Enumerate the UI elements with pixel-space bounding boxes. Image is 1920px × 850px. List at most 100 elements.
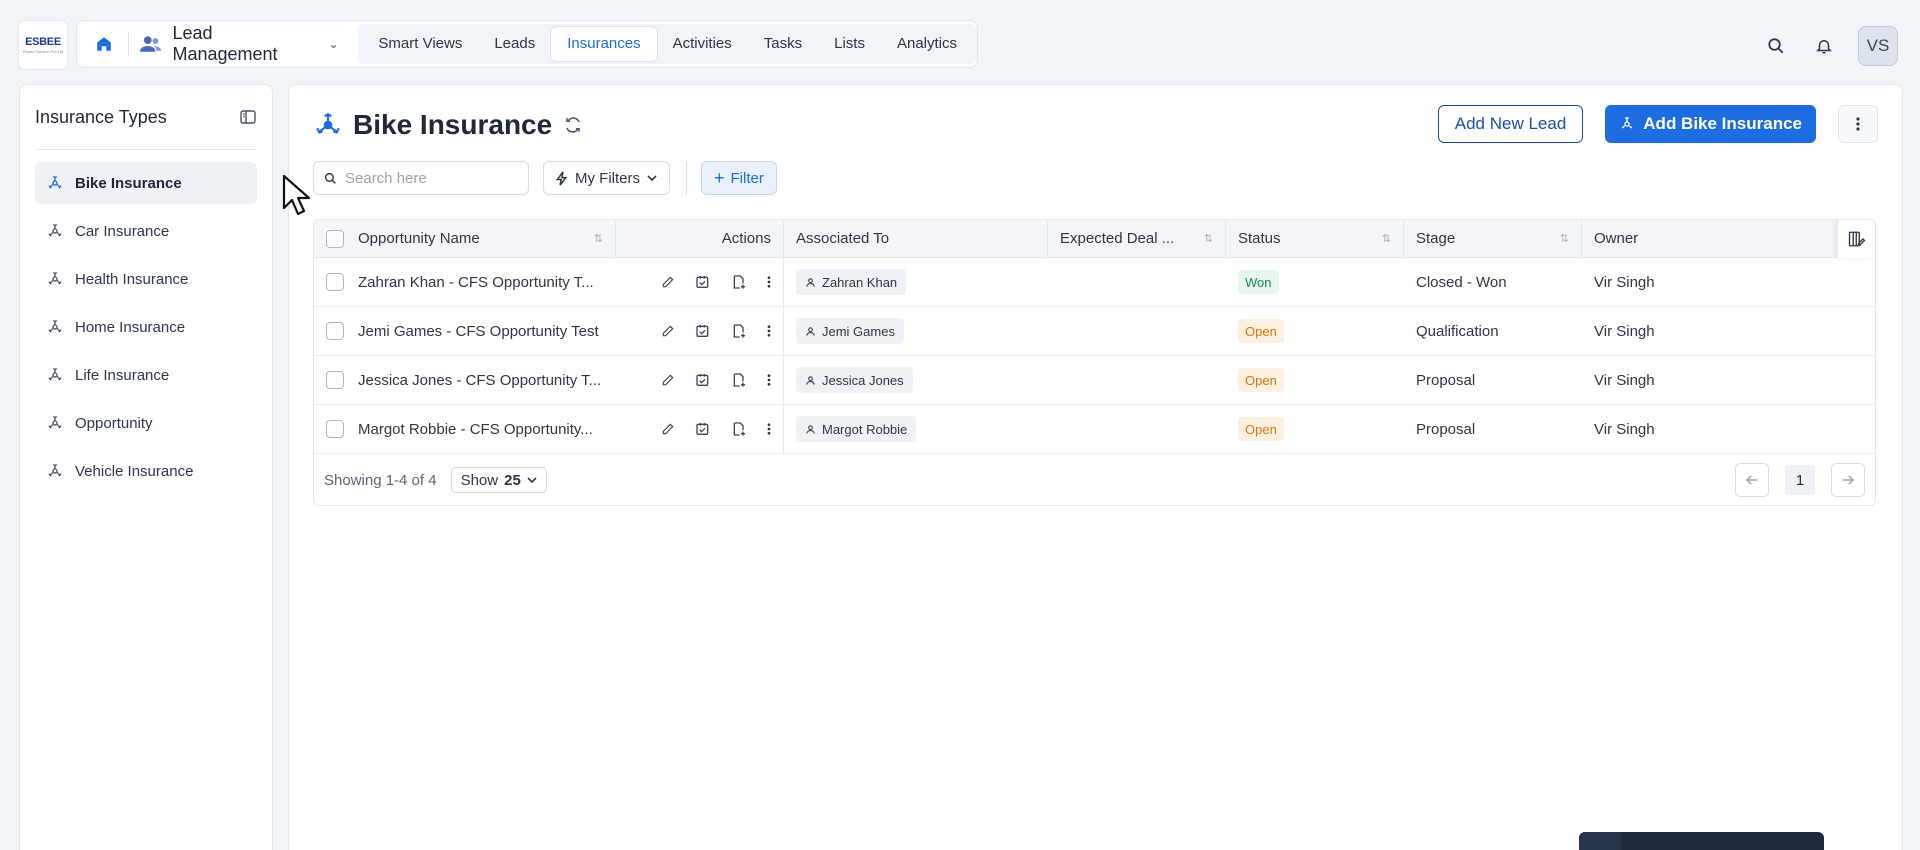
sidebar-item-vehicle-insurance[interactable]: Vehicle Insurance (35, 450, 257, 492)
column-label: Actions (721, 230, 771, 247)
home-button[interactable] (87, 27, 120, 61)
refresh-icon[interactable] (564, 116, 582, 134)
tab-smart-views[interactable]: Smart Views (362, 27, 478, 61)
page-title: Bike Insurance (353, 109, 553, 140)
add-task-icon[interactable] (695, 421, 711, 437)
search-button[interactable] (1762, 32, 1790, 60)
column-expected-deal[interactable]: Expected Deal ... ⇅ (1048, 220, 1226, 257)
cell-expected-deal (1048, 258, 1226, 306)
sidebar-item-health-insurance[interactable]: Health Insurance (35, 258, 257, 300)
column-associated-to[interactable]: Associated To (784, 220, 1048, 257)
chevron-down-icon (647, 175, 657, 181)
previous-page-button[interactable] (1735, 463, 1769, 497)
user-avatar[interactable]: VS (1858, 26, 1898, 66)
add-new-lead-button[interactable]: Add New Lead (1437, 105, 1584, 143)
sidebar-item-label: Life Insurance (75, 366, 170, 384)
tab-tasks[interactable]: Tasks (748, 27, 818, 61)
cell-expected-deal (1048, 307, 1226, 355)
edit-icon[interactable] (661, 275, 675, 289)
add-note-icon[interactable] (731, 372, 747, 388)
page-size-select[interactable]: Show 25 (450, 467, 547, 493)
table-row[interactable]: Margot Robbie - CFS Opportunity... Margo… (314, 405, 1875, 454)
add-note-icon[interactable] (731, 323, 747, 339)
kebab-menu-icon[interactable] (767, 276, 771, 288)
kebab-menu-icon[interactable] (767, 423, 771, 435)
add-task-icon[interactable] (695, 274, 711, 290)
column-owner[interactable]: Owner (1582, 220, 1875, 257)
add-task-icon[interactable] (695, 372, 711, 388)
column-label: Stage (1416, 230, 1456, 247)
tab-analytics[interactable]: Analytics (881, 27, 973, 61)
opportunity-name-link[interactable]: Jemi Games - CFS Opportunity Test (358, 323, 599, 340)
notifications-button[interactable] (1810, 32, 1838, 60)
sidebar-header: Insurance Types (20, 85, 272, 129)
opportunity-name-link[interactable]: Jessica Jones - CFS Opportunity T... (358, 372, 601, 389)
associated-contact-chip[interactable]: Margot Robbie (796, 416, 917, 442)
notification-toast[interactable] (1579, 832, 1824, 850)
page-number[interactable]: 1 (1785, 465, 1815, 495)
sort-icon[interactable]: ⇅ (1204, 232, 1213, 245)
sidebar-item-car-insurance[interactable]: Car Insurance (35, 210, 257, 252)
table-row[interactable]: Jessica Jones - CFS Opportunity T... Jes… (314, 356, 1875, 405)
search-input[interactable] (345, 169, 515, 187)
select-all-checkbox[interactable] (326, 229, 344, 248)
company-logo[interactable]: ESBEE Power Solution Pvt Ltd (18, 20, 68, 70)
table-row[interactable]: Zahran Khan - CFS Opportunity T... Zahra… (314, 258, 1875, 307)
table-row[interactable]: Jemi Games - CFS Opportunity Test Jemi G… (314, 307, 1875, 356)
tab-lists[interactable]: Lists (818, 27, 881, 61)
row-checkbox[interactable] (326, 273, 344, 291)
my-filters-dropdown[interactable]: My Filters (543, 161, 670, 195)
opportunity-name-link[interactable]: Margot Robbie - CFS Opportunity... (358, 421, 593, 438)
opportunity-name-link[interactable]: Zahran Khan - CFS Opportunity T... (358, 274, 594, 291)
tab-leads[interactable]: Leads (478, 27, 551, 61)
add-bike-insurance-button[interactable]: Add Bike Insurance (1605, 105, 1816, 143)
sort-icon[interactable]: ⇅ (1560, 232, 1569, 245)
add-note-icon[interactable] (731, 421, 747, 437)
collapse-sidebar-icon[interactable] (240, 110, 256, 124)
next-page-button[interactable] (1831, 463, 1865, 497)
edit-icon[interactable] (661, 422, 675, 436)
module-switcher[interactable]: Lead Management ⌄ (139, 23, 352, 65)
bike-insurance-icon (316, 112, 340, 134)
cell-owner: Vir Singh (1594, 273, 1655, 291)
row-checkbox[interactable] (326, 371, 344, 389)
add-note-icon[interactable] (731, 274, 747, 290)
sidebar-item-home-insurance[interactable]: Home Insurance (35, 306, 257, 348)
bell-icon (1816, 40, 1832, 54)
column-stage[interactable]: Stage ⇅ (1404, 220, 1582, 257)
sidebar-item-opportunity[interactable]: Opportunity (35, 402, 257, 444)
edit-icon[interactable] (661, 324, 675, 338)
tab-insurances[interactable]: Insurances (551, 27, 657, 61)
tab-activities[interactable]: Activities (657, 27, 748, 61)
row-checkbox[interactable] (326, 322, 344, 340)
search-icon (324, 172, 336, 184)
column-status[interactable]: Status ⇅ (1226, 220, 1404, 257)
associated-contact-chip[interactable]: Jessica Jones (796, 367, 913, 393)
cell-opportunity-name: Zahran Khan - CFS Opportunity T... (314, 258, 616, 306)
column-opportunity-name[interactable]: Opportunity Name ⇅ (314, 220, 616, 257)
sort-icon[interactable]: ⇅ (594, 232, 603, 245)
edit-icon[interactable] (661, 373, 675, 387)
kebab-menu-icon[interactable] (767, 374, 771, 386)
row-checkbox[interactable] (326, 420, 344, 438)
sidebar-item-bike-insurance[interactable]: Bike Insurance (35, 162, 257, 204)
cell-opportunity-name: Jemi Games - CFS Opportunity Test (314, 307, 616, 355)
sidebar-item-label: Opportunity (75, 414, 153, 432)
module-name: Lead Management (172, 23, 278, 64)
cell-stage: Proposal (1416, 371, 1476, 389)
associated-contact-chip[interactable]: Zahran Khan (796, 269, 907, 295)
more-options-button[interactable] (1838, 105, 1878, 143)
sidebar-item-life-insurance[interactable]: Life Insurance (35, 354, 257, 396)
table-header: Opportunity Name ⇅ Actions Associated To… (314, 220, 1875, 258)
cell-expected-deal (1048, 356, 1226, 404)
cell-actions (616, 405, 784, 453)
associated-contact-chip[interactable]: Jemi Games (796, 318, 904, 344)
column-label: Expected Deal ... (1060, 230, 1175, 247)
kebab-menu-icon[interactable] (767, 325, 771, 337)
add-task-icon[interactable] (695, 323, 711, 339)
cell-actions (616, 307, 784, 355)
column-settings-button[interactable] (1837, 220, 1875, 258)
module-tabs: Smart Views Leads Insurances Activities … (358, 24, 977, 64)
sort-icon[interactable]: ⇅ (1382, 232, 1391, 245)
add-filter-button[interactable]: + Filter (701, 161, 777, 195)
